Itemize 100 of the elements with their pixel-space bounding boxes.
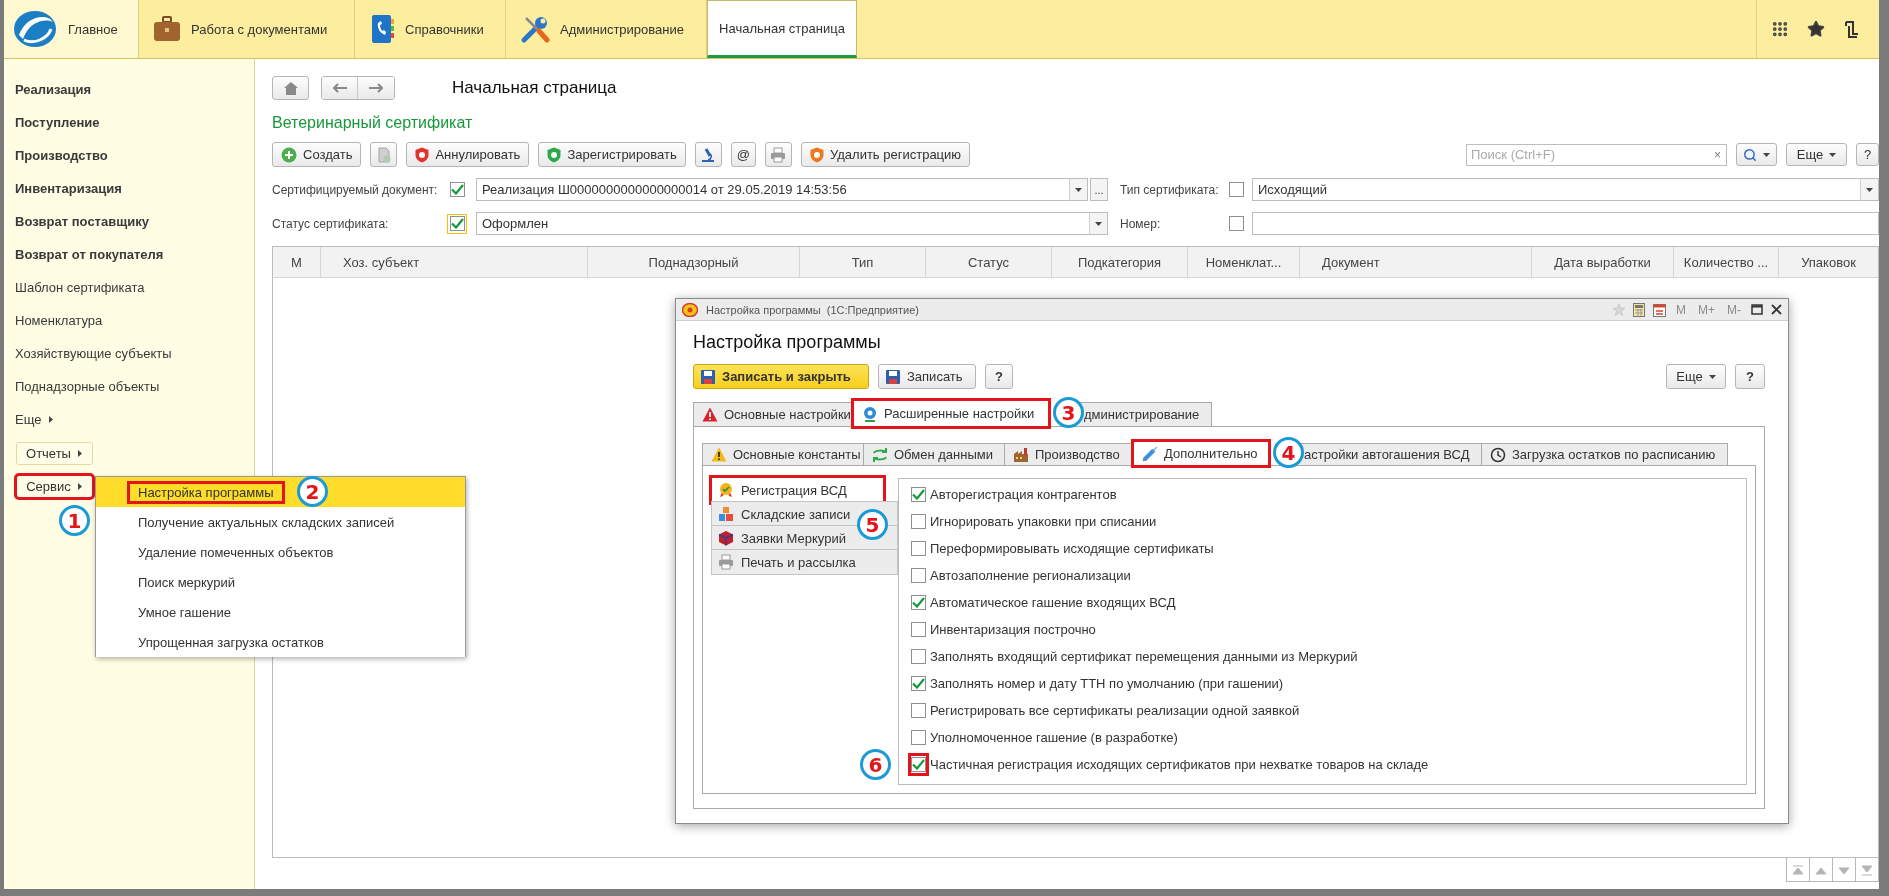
calendar-icon[interactable] (1653, 302, 1666, 317)
checkbox[interactable] (1228, 182, 1244, 197)
nav-section[interactable]: Главное (4, 0, 139, 58)
menu-item[interactable]: Умное гашение (96, 597, 465, 627)
forward-button[interactable] (358, 77, 394, 99)
column-header[interactable]: Тип (800, 247, 926, 277)
tab[interactable]: Производство (1004, 443, 1134, 466)
search-button[interactable] (1736, 143, 1777, 166)
tab[interactable]: Обмен данными (863, 443, 1005, 466)
checkbox[interactable] (911, 730, 926, 745)
toolbar-button[interactable]: Создать (272, 142, 362, 167)
back-button[interactable] (322, 77, 358, 99)
maximize-icon[interactable] (1751, 304, 1763, 315)
checkmark-icon (912, 597, 925, 608)
more-button[interactable]: Еще (1786, 143, 1847, 166)
sidebar-item[interactable]: Возврат поставщику (4, 205, 254, 238)
sidebar-button[interactable]: Сервис (16, 475, 93, 498)
page-title: Начальная страница (452, 78, 617, 98)
checkbox[interactable] (911, 541, 926, 556)
sidebar-item[interactable]: Реализация (4, 73, 254, 106)
field-label: Тип сертификата: (1120, 182, 1220, 197)
column-header[interactable]: Документ (1300, 247, 1532, 277)
section-item[interactable]: Печать и рассылка (711, 549, 898, 575)
column-header[interactable]: Дата выработки (1532, 247, 1674, 277)
checkbox[interactable] (449, 182, 465, 197)
search-field[interactable]: Поиск (Ctrl+F) × (1466, 143, 1727, 166)
option-label: Заполнять номер и дату ТТН по умолчанию (при гашении) (930, 676, 1284, 691)
sidebar-item[interactable]: Поднадзорные объекты (4, 370, 254, 403)
sidebar-item[interactable]: Инвентаризация (4, 172, 254, 205)
clear-button[interactable]: × (1709, 147, 1726, 162)
tab[interactable]: Основные настройки (693, 402, 854, 427)
nav-section[interactable]: Работа с документами (139, 0, 355, 58)
menu-item[interactable]: Получение актуальных складских записей (96, 507, 465, 537)
select-field[interactable]: Оформлен (476, 212, 1090, 235)
select-field[interactable]: Исходящий (1252, 178, 1861, 201)
star-icon[interactable] (1807, 20, 1825, 38)
tab[interactable]: дминистрирование (1079, 402, 1212, 427)
save-button[interactable]: Записать (878, 364, 976, 389)
toolbar-button[interactable] (694, 142, 722, 167)
checkbox[interactable] (911, 649, 926, 664)
menu-item[interactable]: Удаление помеченных объектов (96, 537, 465, 567)
text-field[interactable] (1252, 212, 1879, 235)
menu-item[interactable]: Упрощенная загрузка остатков (96, 627, 465, 657)
toolbar-button[interactable]: @ (730, 142, 756, 167)
more-link[interactable]: Еще (4, 403, 59, 436)
toolbar-button[interactable]: Аннулировать (406, 142, 530, 167)
help-button[interactable]: ? (1856, 143, 1879, 166)
checkbox[interactable] (911, 568, 926, 583)
toolbar-button[interactable] (765, 142, 792, 167)
column-header[interactable]: М (273, 247, 321, 277)
medal-icon (718, 482, 734, 498)
nav-section[interactable]: Справочники (355, 0, 506, 58)
tab[interactable]: Загрузка остатков по расписанию (1481, 443, 1728, 466)
checkbox[interactable] (911, 595, 926, 610)
column-header[interactable]: Хоз. субъект (321, 247, 588, 277)
option-label: Авторегистрация контрагентов (930, 487, 1117, 502)
sidebar-item[interactable]: Шаблон сертификата (4, 271, 254, 304)
help-button[interactable]: ? (1735, 364, 1765, 389)
caret-icon (1708, 373, 1716, 380)
menu-item[interactable]: Поиск меркурий (96, 567, 465, 597)
column-header[interactable]: Упаковок (1779, 247, 1878, 277)
close-icon[interactable] (1771, 304, 1782, 315)
toolbar-button[interactable]: Удалить регистрацию (801, 142, 971, 167)
save-and-close-button[interactable]: Записать и закрыть (693, 364, 869, 389)
sidebar-item[interactable]: Поступление (4, 106, 254, 139)
checkbox[interactable] (911, 703, 926, 718)
choose-button[interactable]: ... (1090, 178, 1108, 201)
column-header[interactable]: Статус (926, 247, 1052, 277)
column-header[interactable]: Подкатегория (1052, 247, 1188, 277)
sidebar-item[interactable]: Производство (4, 139, 254, 172)
checkbox[interactable] (911, 514, 926, 529)
checkbox[interactable] (911, 676, 926, 691)
more-button[interactable]: Еще (1666, 364, 1726, 389)
column-header[interactable]: Номенклат... (1188, 247, 1300, 277)
jump-arrow-icon (1860, 863, 1874, 876)
checkbox[interactable] (911, 622, 926, 637)
toolbar-button[interactable]: Зарегистрировать (538, 142, 686, 167)
select-field[interactable]: Реализация Ш0000000000000000014 от 29.05.2019 14:53:56 (476, 178, 1070, 201)
checkbox[interactable] (1228, 216, 1244, 231)
star-icon[interactable] (1613, 303, 1625, 316)
tab[interactable]: Основные константы (702, 443, 864, 466)
sidebar-item[interactable]: Возврат от покупателя (4, 238, 254, 271)
column-header[interactable]: Поднадзорный (588, 247, 800, 277)
caret-icon (1829, 151, 1837, 158)
scroll-button[interactable] (1786, 858, 1810, 882)
calculator-icon[interactable] (1633, 302, 1645, 317)
sidebar-button[interactable]: Отчеты (16, 442, 93, 465)
section-item[interactable]: Регистрация ВСД (711, 477, 884, 503)
sidebar-item[interactable]: Хозяйствующие субъекты (4, 337, 254, 370)
tab[interactable]: астройки автогашения ВСД (1299, 443, 1482, 466)
home-button[interactable] (272, 76, 309, 100)
scroll-button[interactable] (1855, 858, 1879, 882)
help-button[interactable]: ? (985, 364, 1013, 389)
checkbox[interactable] (911, 487, 926, 502)
column-header[interactable]: Количество ... (1674, 247, 1779, 277)
apps-grid-icon[interactable] (1771, 20, 1789, 38)
sidebar-item[interactable]: Номенклатура (4, 304, 254, 337)
tab[interactable]: Дополнительно (1133, 441, 1269, 466)
tab[interactable]: Расширенные настройки (853, 400, 1049, 427)
page-tab[interactable]: Начальная страница (707, 0, 857, 58)
